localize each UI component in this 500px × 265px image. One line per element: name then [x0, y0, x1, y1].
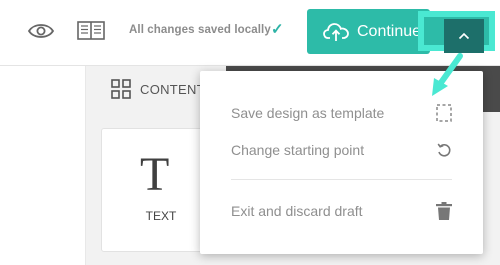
chevron-up-icon	[444, 19, 484, 53]
menu-item-label: Save design as template	[231, 105, 385, 121]
save-status-text: All changes saved locally	[129, 24, 271, 36]
tab-content-label: CONTENT	[140, 81, 205, 97]
annotation-arrow	[432, 53, 463, 96]
trash-icon	[435, 202, 453, 220]
menu-item-change-starting-point[interactable]: Change starting point	[200, 135, 483, 165]
continue-button[interactable]: Continue	[307, 9, 430, 54]
cloud-upload-icon	[323, 21, 349, 43]
continue-label: Continue	[357, 22, 422, 40]
eye-icon[interactable]	[26, 18, 56, 44]
menu-item-save-template[interactable]: Save design as template	[200, 98, 483, 128]
undo-icon	[435, 141, 453, 159]
dashed-square-icon	[435, 104, 453, 122]
menu-divider	[231, 179, 452, 180]
book-icon[interactable]	[76, 18, 106, 44]
more-options-button[interactable]	[418, 11, 495, 53]
menu-item-label: Change starting point	[231, 142, 365, 158]
text-glyph: T	[140, 148, 170, 201]
menu-item-label: Exit and discard draft	[231, 203, 363, 219]
grid-icon	[111, 79, 131, 99]
check-icon: ✓	[271, 21, 284, 38]
menu-item-exit-discard[interactable]: Exit and discard draft	[200, 196, 483, 226]
left-rail	[0, 66, 86, 265]
